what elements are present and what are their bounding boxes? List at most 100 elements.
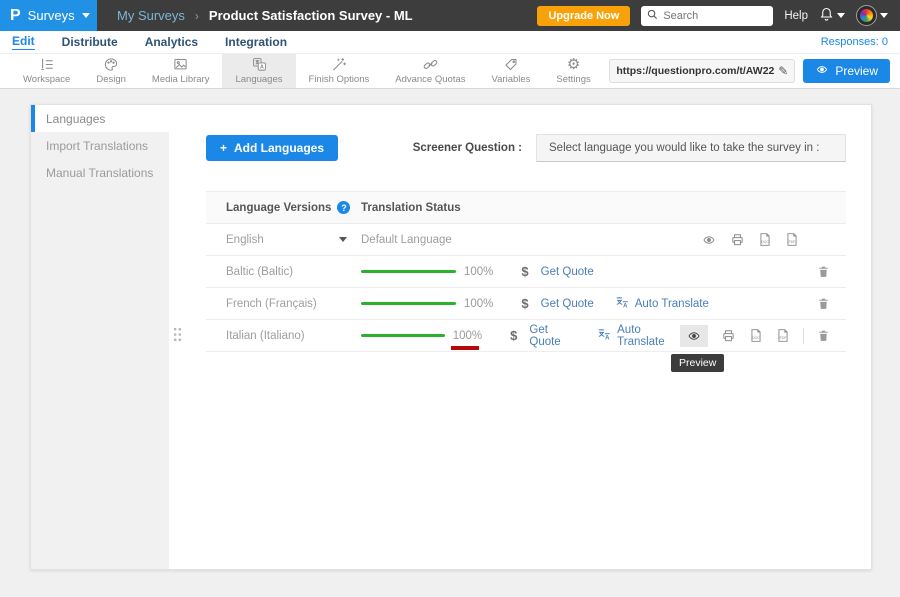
svg-text:A: A [605,335,610,341]
get-quote-link[interactable]: Get Quote [541,298,594,310]
preview-eye-icon [815,64,829,78]
table-header: Language Versions ? Translation Status [206,191,846,224]
preview-tooltip: Preview [671,354,724,372]
doc-file-icon[interactable]: DOC [749,328,763,343]
toolbar-tab-settings[interactable]: ⚙ Settings [543,54,603,88]
language-dropdown-english[interactable]: English [206,234,361,246]
actions-divider [803,328,804,344]
screener-question-label: Screener Question : [413,142,522,154]
toolbar-tab-variables[interactable]: Variables [479,54,544,88]
design-icon [103,57,119,72]
languages-sidebar: Languages Import Translations Manual Tra… [31,105,169,569]
row-actions: Preview DOC PDF [680,325,846,347]
settings-gear-icon: ⚙ [567,58,580,72]
sidebar-item-manual-translations[interactable]: Manual Translations [31,159,169,186]
notifications-menu[interactable] [819,6,845,26]
chevron-down-icon [880,13,888,18]
toolbar-tab-advance-quotas[interactable]: Advance Quotas [382,54,478,88]
languages-panel: Languages Import Translations Manual Tra… [30,104,872,570]
chevron-down-icon [837,13,845,18]
svg-text:DOC: DOC [752,336,760,340]
table-row-baltic: Baltic (Baltic) 100% $ Get Quote [206,256,846,288]
sidebar-item-import-translations[interactable]: Import Translations [31,132,169,159]
language-name: Baltic (Baltic) [206,266,361,278]
product-name: Surveys [28,8,75,23]
printer-icon[interactable] [730,233,745,247]
toolbar-tab-design[interactable]: Design [83,54,139,88]
nav-tab-edit[interactable]: Edit [12,34,35,50]
pdf-file-icon[interactable]: PDF [785,232,799,247]
drag-handle-icon[interactable] [173,327,182,345]
search-icon [647,7,658,25]
breadcrumb-my-surveys[interactable]: My Surveys [117,8,185,23]
workspace-icon [39,57,55,72]
trash-icon[interactable] [817,328,830,343]
eye-icon[interactable] [701,234,717,246]
languages-main: + Add Languages Screener Question : Sele… [169,105,873,569]
bell-icon [819,6,834,26]
row-actions: DOC PDF [701,232,846,247]
get-quote-link[interactable]: Get Quote [529,324,576,348]
edit-pencil-icon[interactable]: ✎ [778,64,788,78]
toolbar-tab-finish-options[interactable]: Finish Options [296,54,383,88]
help-link[interactable]: Help [784,10,808,22]
questionpro-logo-icon: P [10,8,21,24]
dollar-icon[interactable]: $ [510,328,517,343]
progress-percent: 100% [464,298,493,310]
toolbar-tab-languages[interactable]: A Languages [222,54,295,88]
table-row-italian: Italian (Italiano) 100% $ Get Quote A Au… [206,320,846,352]
language-versions-table: Language Versions ? Translation Status E… [206,191,846,352]
svg-text:PDF: PDF [780,336,787,340]
nav-tab-analytics[interactable]: Analytics [145,35,198,49]
chevron-down-icon [82,13,90,18]
auto-translate-link[interactable]: A Auto Translate [596,324,680,348]
product-switcher[interactable]: P Surveys [0,0,97,31]
auto-translate-icon: A [614,296,630,312]
status-cell: 100% $ Get Quote [361,264,817,279]
breadcrumb-separator: › [195,9,199,23]
search-box[interactable] [641,6,773,26]
survey-url-input[interactable] [616,65,774,77]
doc-file-icon[interactable]: DOC [758,232,772,247]
responses-count[interactable]: Responses: 0 [821,36,888,48]
column-translation-status: Translation Status [361,202,846,214]
trash-icon[interactable] [817,296,830,311]
dropdown-caret-icon [339,237,347,242]
get-quote-link[interactable]: Get Quote [541,266,594,278]
pdf-file-icon[interactable]: PDF [776,328,790,343]
dollar-icon[interactable]: $ [521,296,528,311]
svg-text:PDF: PDF [789,240,796,244]
account-menu[interactable] [856,5,888,26]
breadcrumb: My Surveys › Product Satisfaction Survey… [117,8,413,23]
avatar-logo-icon [860,9,873,22]
survey-url-box: ✎ [609,59,795,83]
sidebar-item-languages[interactable]: Languages [31,105,169,132]
top-navbar: P Surveys My Surveys › Product Satisfact… [0,0,900,31]
toolbar-tab-media-library[interactable]: Media Library [139,54,223,88]
screener-question-group: Screener Question : Select language you … [413,134,846,162]
nav-tab-distribute[interactable]: Distribute [62,35,118,49]
eye-icon[interactable]: Preview [680,325,708,347]
progress-bar [361,334,445,337]
upgrade-now-button[interactable]: Upgrade Now [537,6,630,26]
screener-question-select[interactable]: Select language you would like to take t… [536,134,846,162]
preview-button[interactable]: Preview [803,59,890,83]
advance-quotas-icon [422,57,439,72]
survey-nav: Edit Distribute Analytics Integration Re… [0,31,900,54]
nav-tab-integration[interactable]: Integration [225,35,287,49]
plus-icon: + [220,141,227,155]
toolbar-tab-workspace[interactable]: Workspace [10,54,83,88]
row-actions [817,264,846,279]
survey-title: Product Satisfaction Survey - ML [209,8,413,23]
trash-icon[interactable] [817,264,830,279]
search-input[interactable] [663,10,763,22]
svg-text:DOC: DOC [761,240,769,244]
dollar-icon[interactable]: $ [521,264,528,279]
auto-translate-link[interactable]: A Auto Translate [614,296,709,312]
status-cell: Default Language [361,234,701,246]
add-languages-button[interactable]: + Add Languages [206,135,338,161]
progress-percent-annotated: 100% [453,330,482,342]
help-question-icon[interactable]: ? [337,201,350,214]
printer-icon[interactable] [721,329,736,343]
topbar-actions: Upgrade Now Help [537,5,900,26]
